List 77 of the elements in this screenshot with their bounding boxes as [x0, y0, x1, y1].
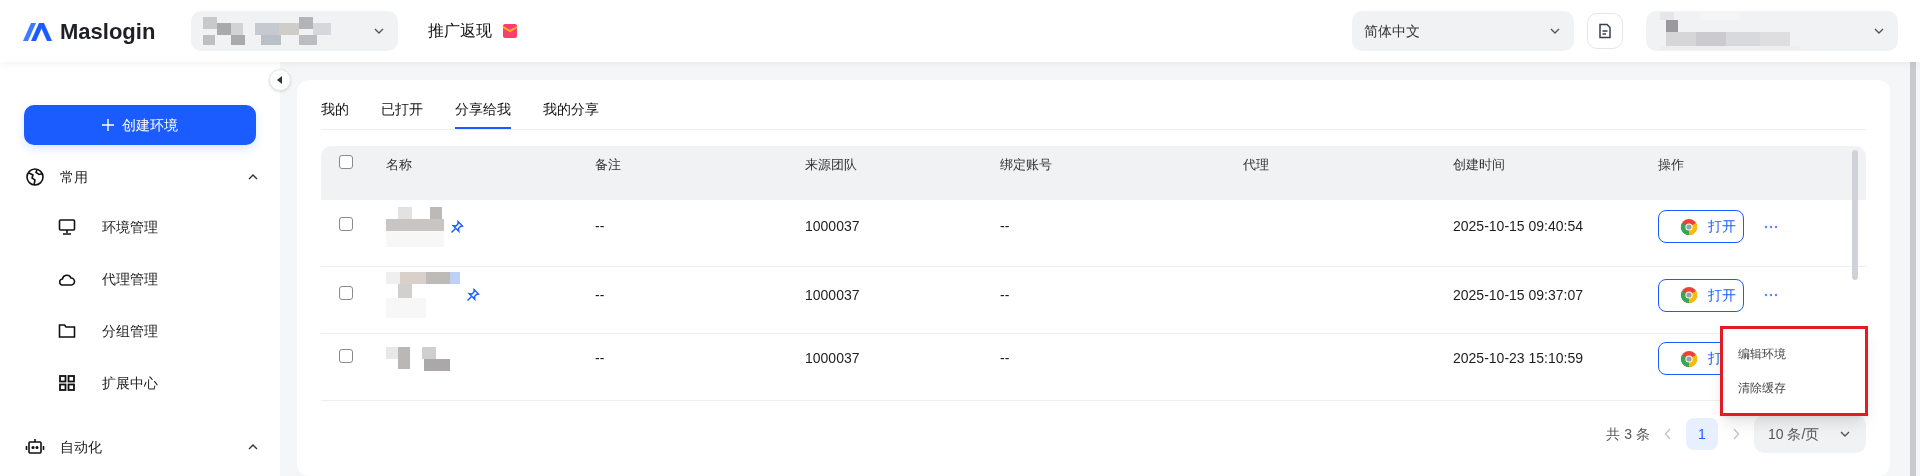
chrome-icon — [1680, 217, 1698, 236]
table-cell: -- — [1000, 350, 1010, 367]
table-cell: 2025-10-23 15:10:59 — [1453, 350, 1583, 367]
document-button[interactable] — [1587, 13, 1623, 49]
tab[interactable]: 我的分享 — [543, 92, 599, 129]
menu-item[interactable]: 扩展中心 — [0, 357, 280, 409]
table-cell: 1000037 — [805, 218, 860, 234]
caret-left-icon — [277, 76, 283, 84]
robot-icon — [25, 437, 45, 457]
menu-item-label: 代理管理 — [102, 269, 158, 289]
pin-icon[interactable] — [450, 219, 464, 234]
more-icon[interactable] — [1764, 224, 1778, 229]
pixelated-text — [386, 346, 450, 371]
checkbox[interactable] — [339, 285, 353, 300]
table-cell: -- — [1000, 286, 1010, 303]
table-cell: -- — [1000, 218, 1010, 234]
column-header: 名称 — [386, 156, 412, 172]
tab[interactable]: 已打开 — [381, 92, 423, 129]
previous-page-icon[interactable] — [1664, 428, 1672, 440]
menu-item-label: 扩展中心 — [102, 373, 158, 393]
menu-option[interactable]: 清除缓存 — [1738, 379, 1865, 397]
chrome-icon — [1680, 286, 1698, 304]
monitor-icon — [58, 218, 76, 236]
grid-icon — [58, 374, 76, 392]
more-icon[interactable] — [1764, 293, 1778, 297]
table-cell: -- — [595, 350, 605, 367]
table-cell: -- — [595, 218, 605, 234]
envelope-icon — [502, 23, 519, 39]
language-value: 简体中文 — [1364, 21, 1420, 41]
checkbox[interactable] — [339, 217, 353, 231]
document-icon — [1597, 23, 1613, 39]
table-cell: 2025-10-15 09:37:07 — [1453, 286, 1583, 303]
checkbox[interactable] — [339, 349, 353, 364]
promo-link[interactable]: 推广返现 — [428, 19, 493, 43]
page-scrollbar[interactable] — [1910, 62, 1916, 476]
open-button[interactable]: 打开 — [1658, 210, 1744, 243]
column-header: 操作 — [1658, 156, 1684, 172]
logo-icon — [22, 20, 54, 42]
total-count: 共 3 条 — [1606, 424, 1650, 444]
table-cell: -- — [595, 286, 605, 303]
app-name: Maslogin — [60, 17, 156, 46]
column-header: 代理 — [1243, 156, 1269, 172]
column-header: 备注 — [595, 156, 621, 172]
menu-group-label: 自动化 — [60, 437, 103, 457]
checkbox[interactable] — [339, 154, 353, 169]
menu-item-label: 分组管理 — [102, 321, 158, 341]
menu-item[interactable]: 代理管理 — [0, 253, 280, 305]
open-button[interactable]: 打开 — [1658, 278, 1744, 312]
menu-group[interactable]: 常用 — [0, 153, 280, 201]
menu-item[interactable]: 分组管理 — [0, 305, 280, 357]
chrome-icon — [1680, 349, 1698, 368]
workspace-select[interactable] — [191, 11, 399, 51]
menu-group-label: 常用 — [60, 167, 89, 187]
table-cell: 1000037 — [805, 350, 860, 367]
page-button[interactable]: 1 — [1686, 418, 1718, 450]
pixelated-text — [386, 206, 444, 247]
folder-icon — [58, 322, 76, 340]
tab[interactable]: 分享给我 — [455, 92, 511, 129]
menu-item-label: 环境管理 — [102, 217, 158, 237]
table-cell: 2025-10-15 09:40:54 — [1453, 218, 1583, 234]
menu-item[interactable]: 环境管理 — [0, 201, 280, 253]
page-size-select[interactable]: 10 条/页 — [1754, 415, 1866, 453]
table-scrollbar[interactable] — [1852, 150, 1858, 280]
plus-icon — [102, 119, 114, 131]
collapse-toggle[interactable] — [269, 69, 291, 91]
tab[interactable]: 我的 — [321, 92, 349, 129]
pin-icon[interactable] — [466, 288, 480, 302]
page-size-value: 10 条/页 — [1768, 424, 1820, 444]
column-header: 绑定账号 — [1000, 156, 1052, 172]
menu-group[interactable]: 自动化 — [0, 423, 280, 471]
create-environment-button[interactable]: 创建环境 — [24, 105, 256, 145]
column-header: 创建时间 — [1453, 156, 1505, 172]
table-cell: 1000037 — [805, 286, 860, 303]
column-header: 来源团队 — [805, 156, 857, 172]
globe-icon — [25, 167, 45, 187]
language-select[interactable]: 简体中文 — [1352, 11, 1574, 51]
next-page-icon[interactable] — [1732, 428, 1740, 440]
